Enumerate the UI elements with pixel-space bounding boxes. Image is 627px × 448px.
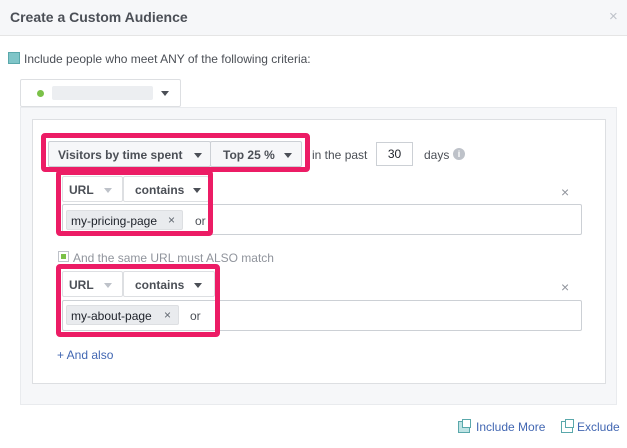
close-icon[interactable]: × bbox=[609, 8, 618, 25]
include-group-icon bbox=[8, 52, 20, 64]
highlight-box bbox=[56, 264, 220, 337]
highlight-box bbox=[56, 170, 213, 236]
include-more-icon bbox=[458, 419, 471, 433]
dialog-title: Create a Custom Audience bbox=[10, 9, 188, 25]
source-dropdown[interactable] bbox=[20, 79, 181, 107]
info-icon[interactable]: i bbox=[453, 148, 465, 160]
days-label: days bbox=[424, 148, 450, 162]
exclude-link[interactable]: Exclude bbox=[577, 420, 620, 434]
chevron-down-icon bbox=[161, 91, 169, 96]
remove-condition-icon[interactable]: × bbox=[561, 184, 569, 200]
same-url-label: And the same URL must ALSO match bbox=[73, 251, 274, 265]
and-also-link[interactable]: + And also bbox=[57, 348, 113, 362]
source-name-redacted bbox=[52, 86, 153, 100]
remove-condition-icon[interactable]: × bbox=[561, 279, 569, 295]
in-the-past-label: in the past bbox=[312, 148, 368, 162]
exclude-icon bbox=[561, 419, 574, 433]
criteria-label: Include people who meet ANY of the follo… bbox=[24, 52, 311, 66]
include-more-link[interactable]: Include More bbox=[476, 420, 545, 434]
same-url-checkbox[interactable] bbox=[58, 251, 69, 262]
status-dot-icon bbox=[37, 90, 44, 97]
days-input[interactable]: 30 bbox=[376, 142, 413, 166]
highlight-box bbox=[41, 133, 310, 172]
